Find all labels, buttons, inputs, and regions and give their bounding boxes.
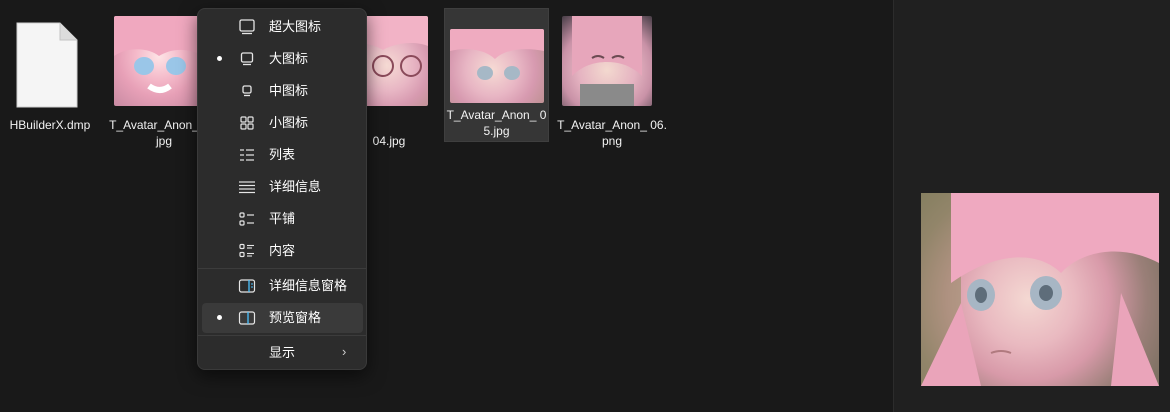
menu-separator (198, 335, 366, 336)
menu-item-label: 小图标 (269, 115, 309, 130)
view-context-menu: 超大图标 大图标 中图标 小图标 列表 详细信息 平铺 内容 详细信息窗格 预览… (197, 8, 367, 370)
file-item-avatar-06[interactable]: T_Avatar_Anon_ 06.png (557, 10, 667, 148)
image-thumbnail (114, 16, 204, 106)
menu-item-details-pane[interactable]: 详细信息窗格 (202, 271, 363, 301)
menu-item-content[interactable]: 内容 (202, 236, 363, 266)
file-name: HBuilderX.dmp (9, 118, 91, 132)
preview-pane-icon (238, 311, 256, 325)
anime-avatar-thumbnail (572, 16, 642, 106)
image-thumbnail (450, 29, 544, 103)
tiles-icon (239, 212, 254, 226)
file-item-avatar-05[interactable]: T_Avatar_Anon_ 05.jpg (444, 8, 549, 142)
menu-separator (198, 268, 366, 269)
menu-item-small-icons[interactable]: 小图标 (202, 108, 363, 138)
content-icon (239, 243, 254, 258)
file-list-area[interactable]: HBuilderX.dmp T_Avatar_Anon_ 01.jpg 04.j… (0, 0, 893, 412)
menu-item-label: 列表 (269, 147, 296, 162)
list-icon (240, 149, 254, 161)
menu-item-label: 预览窗格 (269, 310, 322, 325)
details-pane-icon (238, 279, 256, 293)
file-name: T_Avatar_Anon_ 06.png (557, 118, 667, 148)
menu-item-list[interactable]: 列表 (202, 140, 363, 170)
menu-item-label: 平铺 (269, 211, 296, 226)
medium-icons-icon (242, 85, 252, 97)
menu-item-label: 中图标 (269, 83, 309, 98)
details-icon (239, 181, 255, 194)
menu-item-medium-icons[interactable]: 中图标 (202, 76, 363, 106)
checked-bullet-icon (217, 56, 222, 61)
document-icon (16, 22, 78, 108)
extra-large-icons-icon (239, 19, 255, 35)
menu-item-label: 大图标 (269, 51, 309, 66)
menu-item-label: 详细信息窗格 (269, 278, 348, 293)
chevron-right-icon: › (342, 344, 347, 359)
anime-avatar-thumbnail (450, 29, 544, 80)
image-thumbnail (562, 16, 652, 106)
menu-item-tiles[interactable]: 平铺 (202, 204, 363, 234)
menu-item-label: 显示 (269, 345, 296, 360)
menu-item-label: 详细信息 (269, 179, 322, 194)
preview-image (921, 193, 1159, 386)
menu-item-preview-pane[interactable]: 预览窗格 (202, 303, 363, 333)
menu-item-details[interactable]: 详细信息 (202, 172, 363, 202)
file-name: T_Avatar_Anon_ 05.jpg (446, 108, 547, 138)
checked-bullet-icon (217, 315, 222, 320)
menu-item-label: 内容 (269, 243, 296, 258)
anime-avatar-preview (921, 193, 1159, 386)
preview-pane (893, 0, 1170, 412)
menu-item-extra-large-icons[interactable]: 超大图标 (202, 12, 363, 42)
menu-item-label: 超大图标 (269, 19, 322, 34)
anime-avatar-thumbnail (114, 16, 204, 93)
menu-item-large-icons[interactable]: 大图标 (202, 44, 363, 74)
menu-item-show[interactable]: 显示 › (202, 338, 363, 368)
small-icons-icon (240, 116, 254, 130)
large-icons-icon (240, 52, 254, 66)
file-item-hbuilderx-dmp[interactable]: HBuilderX.dmp (0, 10, 110, 144)
